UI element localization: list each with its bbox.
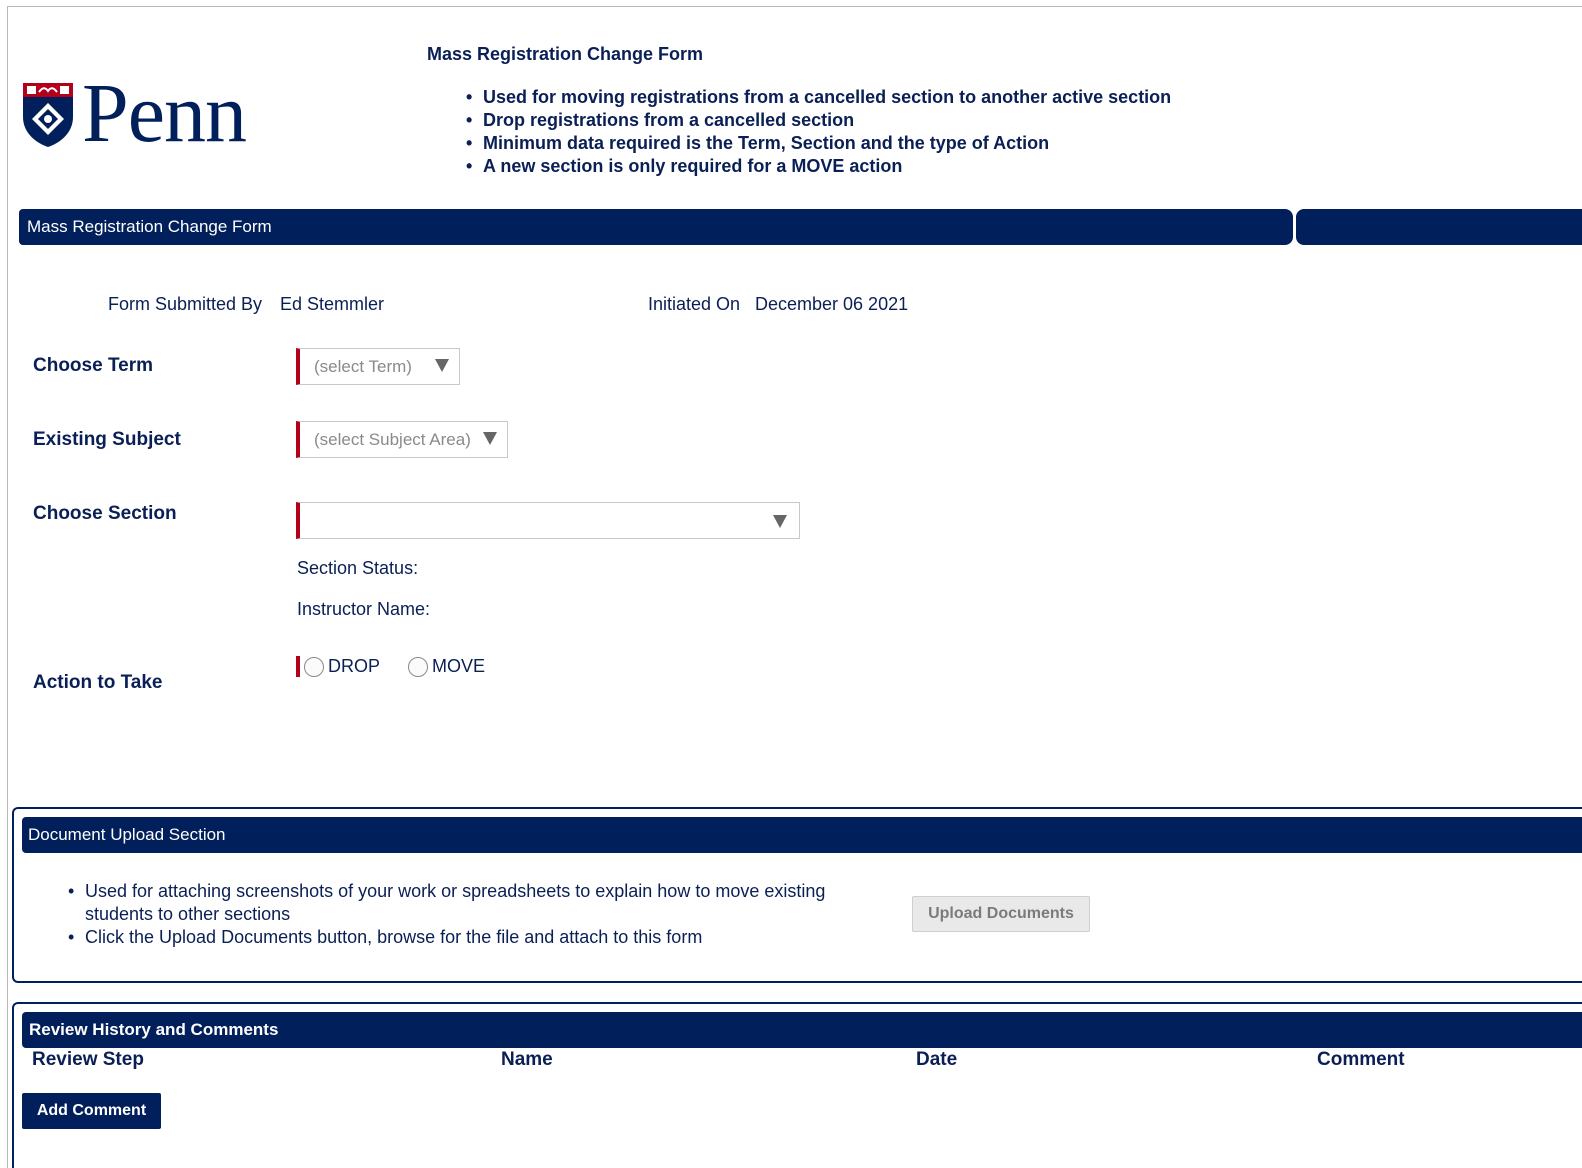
instruction-item: Drop registrations from a cancelled sect…: [466, 109, 1171, 132]
instruction-item: Minimum data required is the Term, Secti…: [466, 132, 1171, 155]
dropdown-arrow-icon: [483, 432, 497, 445]
submitted-by-label: Form Submitted By: [108, 294, 263, 314]
document-upload-bar: Document Upload Section: [22, 817, 1582, 853]
drop-radio-label: DROP: [328, 656, 381, 676]
subject-select[interactable]: (select Subject Area): [296, 421, 508, 458]
drop-radio[interactable]: DROP: [304, 656, 380, 677]
upload-documents-button[interactable]: Upload Documents: [912, 896, 1090, 932]
instructor-name-label: Instructor Name:: [297, 599, 431, 619]
term-select[interactable]: (select Term): [296, 348, 460, 385]
initiated-on-label: Initiated On: [648, 294, 741, 314]
instruction-item: Used for moving registrations from a can…: [466, 86, 1171, 109]
penn-logo: Penn: [20, 67, 247, 160]
page-title: Mass Registration Change Form: [427, 44, 704, 64]
form-section-bar: Mass Registration Change Form: [19, 209, 1293, 245]
action-to-take-label: Action to Take: [33, 672, 163, 693]
page-frame: [7, 6, 1582, 1168]
upload-instruction-item: Click the Upload Documents button, brows…: [68, 926, 858, 949]
penn-wordmark: Penn: [82, 67, 247, 160]
upload-instruction-item: Used for attaching screenshots of your w…: [68, 880, 858, 926]
subject-select-value: (select Subject Area): [314, 429, 471, 449]
instruction-item: A new section is only required for a MOV…: [466, 155, 1171, 178]
dropdown-arrow-icon: [435, 359, 449, 372]
form-section-bar-tab: [1296, 209, 1582, 245]
section-status-label: Section Status:: [297, 558, 419, 578]
initiated-on-value: December 06 2021: [755, 294, 909, 314]
review-history-bar: Review History and Comments: [22, 1012, 1582, 1048]
radio-circle-icon[interactable]: [408, 656, 428, 677]
required-indicator: [296, 656, 300, 677]
column-header-date: Date: [916, 1049, 958, 1070]
choose-term-label: Choose Term: [33, 355, 154, 376]
dropdown-arrow-icon: [773, 515, 787, 528]
existing-subject-label: Existing Subject: [33, 429, 181, 450]
column-header-name: Name: [501, 1049, 553, 1070]
move-radio[interactable]: MOVE: [408, 656, 485, 677]
section-select[interactable]: [296, 502, 800, 539]
submitted-by-value: Ed Stemmler: [280, 294, 385, 314]
choose-section-label: Choose Section: [33, 503, 177, 524]
radio-circle-icon[interactable]: [304, 656, 324, 677]
add-comment-button[interactable]: Add Comment: [22, 1093, 161, 1129]
column-header-comment: Comment: [1317, 1049, 1405, 1070]
column-header-review-step: Review Step: [32, 1049, 144, 1070]
upload-instructions: Used for attaching screenshots of your w…: [68, 880, 858, 949]
penn-shield-icon: [23, 83, 73, 147]
move-radio-label: MOVE: [432, 656, 486, 676]
header-instructions: Used for moving registrations from a can…: [466, 86, 1171, 178]
term-select-value: (select Term): [314, 356, 412, 376]
